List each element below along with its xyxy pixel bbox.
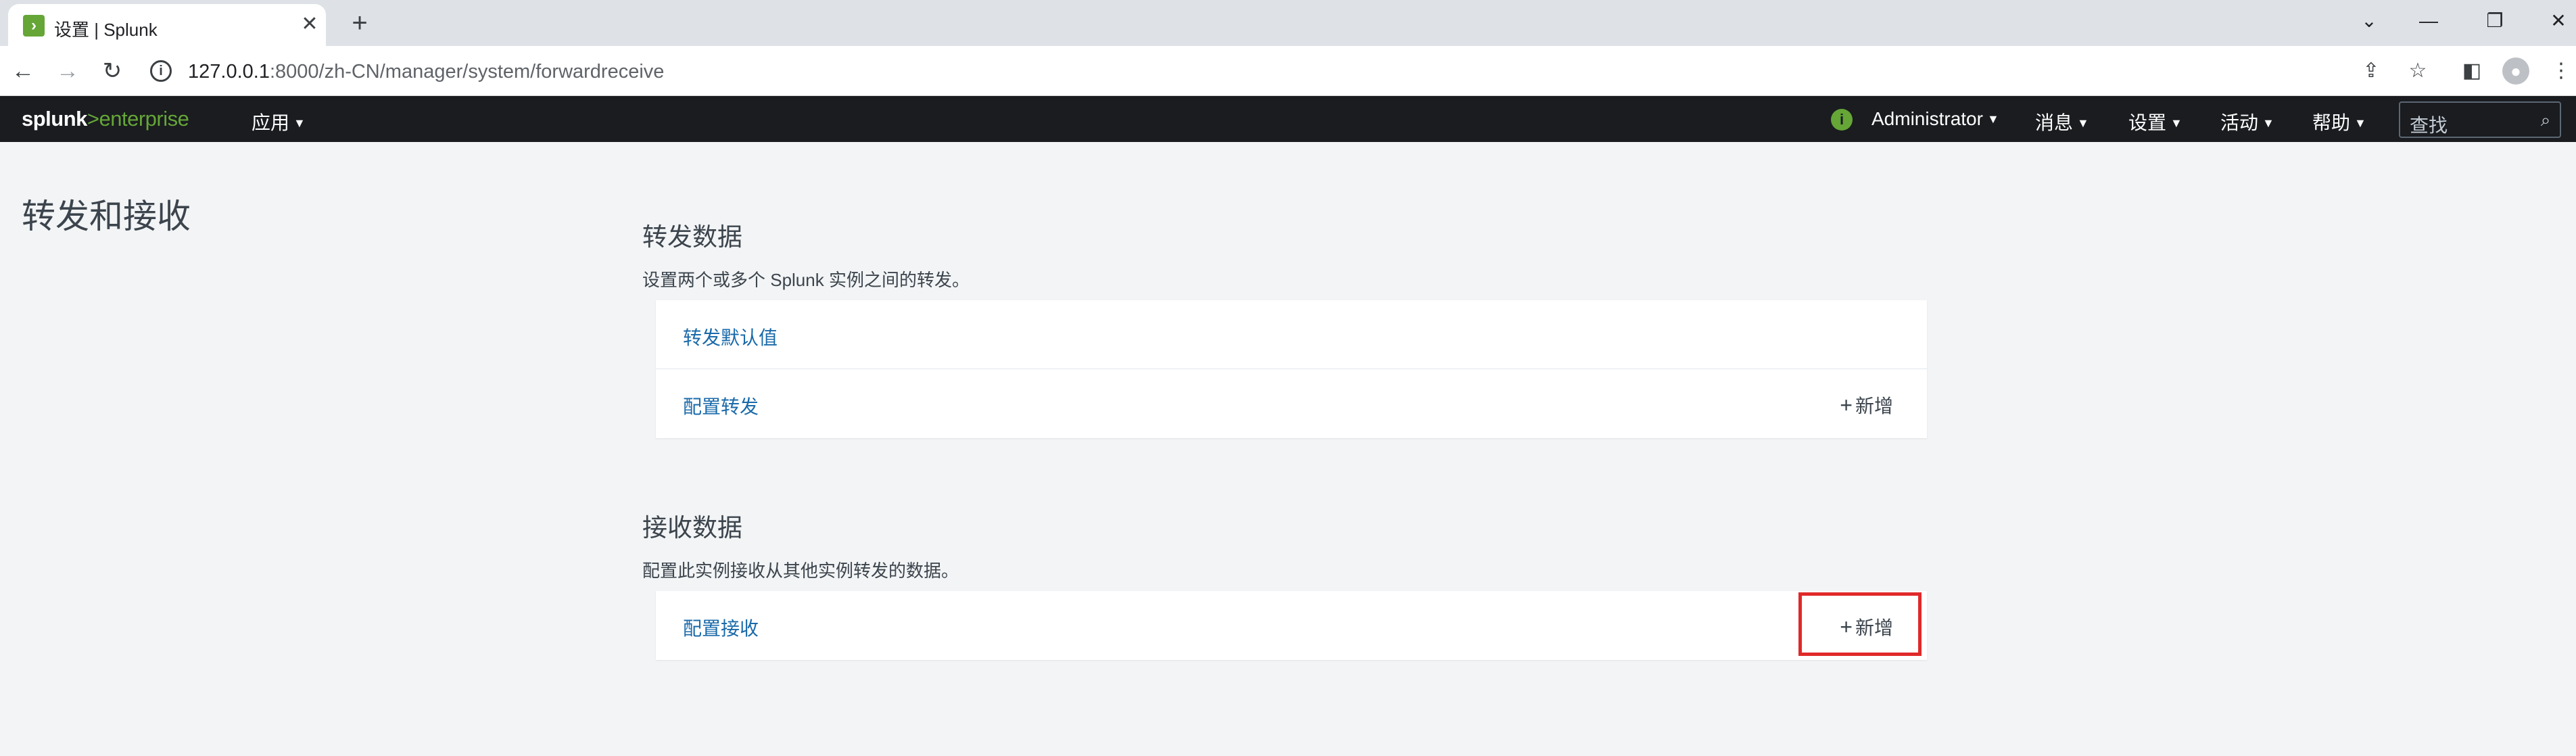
url-path: :8000/zh-CN/manager/system/forwardreceiv… [269,61,665,82]
splunk-header: splunk>enterprise 应用 ▼ i Administrator ▼ 消… [0,96,2576,142]
forward-defaults-link[interactable]: 转发默认值 [683,323,778,350]
plus-icon: + [1840,393,1853,417]
list-item: 配置接收 + 新增 [656,591,1927,660]
caret-down-icon: ▼ [2354,116,2366,130]
logo-splunk-text: splunk [22,107,87,131]
share-icon[interactable]: ⇪ [2358,57,2385,85]
highlight-annotation-box [1798,592,1922,656]
new-tab-button[interactable]: + [346,9,373,37]
forward-card: 转发默认值 配置转发 + 新增 [656,300,1927,438]
logo-enterprise-text: enterprise [99,107,189,131]
star-icon[interactable]: ☆ [2404,57,2431,85]
logo-chevron-text: > [87,107,99,131]
add-forwarding-button[interactable]: + 新增 [1840,392,1893,419]
forward-section-title: 转发数据 [642,223,742,251]
app-menu-label: 应用 [252,112,290,133]
close-window-button[interactable]: ✕ [2538,4,2576,38]
caret-down-icon: ▼ [2262,116,2274,130]
splunk-logo[interactable]: splunk>enterprise [22,107,189,131]
list-item: 配置转发 + 新增 [656,369,1927,438]
help-menu-label: 帮助 [2312,112,2351,133]
activity-menu-label: 活动 [2220,112,2259,133]
tab-search-chevron-icon[interactable]: ⌄ [2349,4,2389,38]
minimize-button[interactable]: — [2408,4,2449,38]
address-bar[interactable]: 127.0.0.1:8000/zh-CN/manager/system/forw… [188,61,664,83]
configure-receiving-link[interactable]: 配置接收 [683,614,759,641]
settings-menu[interactable]: 设置 ▼ [2128,108,2183,135]
caret-down-icon: ▼ [2170,116,2183,130]
caret-down-icon: ▼ [293,116,306,130]
messages-menu[interactable]: 消息 ▼ [2035,108,2089,135]
info-icon[interactable]: i [150,60,172,82]
side-panel-icon[interactable]: ◧ [2458,57,2485,85]
browser-tabstrip: › 设置 | Splunk ✕ + ⌄ — ❐ ✕ [0,0,2576,46]
browser-tab[interactable]: › 设置 | Splunk ✕ [8,4,326,46]
search-input[interactable]: 查找 ⌕ [2399,101,2561,138]
reload-icon[interactable]: ↻ [99,57,126,85]
url-host: 127.0.0.1 [188,61,270,82]
user-menu-label: Administrator [1871,108,1983,129]
forward-arrow-icon[interactable]: → [54,57,81,85]
forward-section-description: 设置两个或多个 Splunk 实例之间的转发。 [642,270,970,290]
app-menu[interactable]: 应用 ▼ [252,108,306,135]
add-forwarding-label: 新增 [1855,396,1893,417]
tab-title: 设置 | Splunk [54,20,158,40]
page-title: 转发和接收 [22,197,191,235]
caret-down-icon: ▼ [2077,116,2089,130]
help-menu[interactable]: 帮助 ▼ [2312,108,2366,135]
settings-menu-label: 设置 [2128,112,2167,133]
user-menu[interactable]: Administrator ▼ [1871,108,1999,130]
kebab-menu-icon[interactable]: ⋮ [2548,57,2575,85]
configure-forwarding-link[interactable]: 配置转发 [683,392,759,419]
health-status-icon[interactable]: i [1831,109,1853,131]
messages-menu-label: 消息 [2035,112,2074,133]
tab-close-icon[interactable]: ✕ [299,14,320,35]
list-item: 转发默认值 [656,300,1927,369]
receive-section-description: 配置此实例接收从其他实例转发的数据。 [642,561,959,581]
receive-section-title: 接收数据 [642,514,742,542]
restore-button[interactable]: ❐ [2475,4,2515,38]
activity-menu[interactable]: 活动 ▼ [2220,108,2274,135]
caret-down-icon: ▼ [1986,112,1999,126]
splunk-favicon-icon: › [23,15,45,37]
back-arrow-icon[interactable]: ← [9,57,37,85]
search-placeholder: 查找 [2410,115,2448,136]
search-icon[interactable]: ⌕ [2535,110,2556,130]
browser-toolbar: ← → ↻ i 127.0.0.1:8000/zh-CN/manager/sys… [0,46,2576,96]
receive-card: 配置接收 + 新增 [656,591,1927,660]
profile-icon[interactable]: ● [2502,57,2529,85]
